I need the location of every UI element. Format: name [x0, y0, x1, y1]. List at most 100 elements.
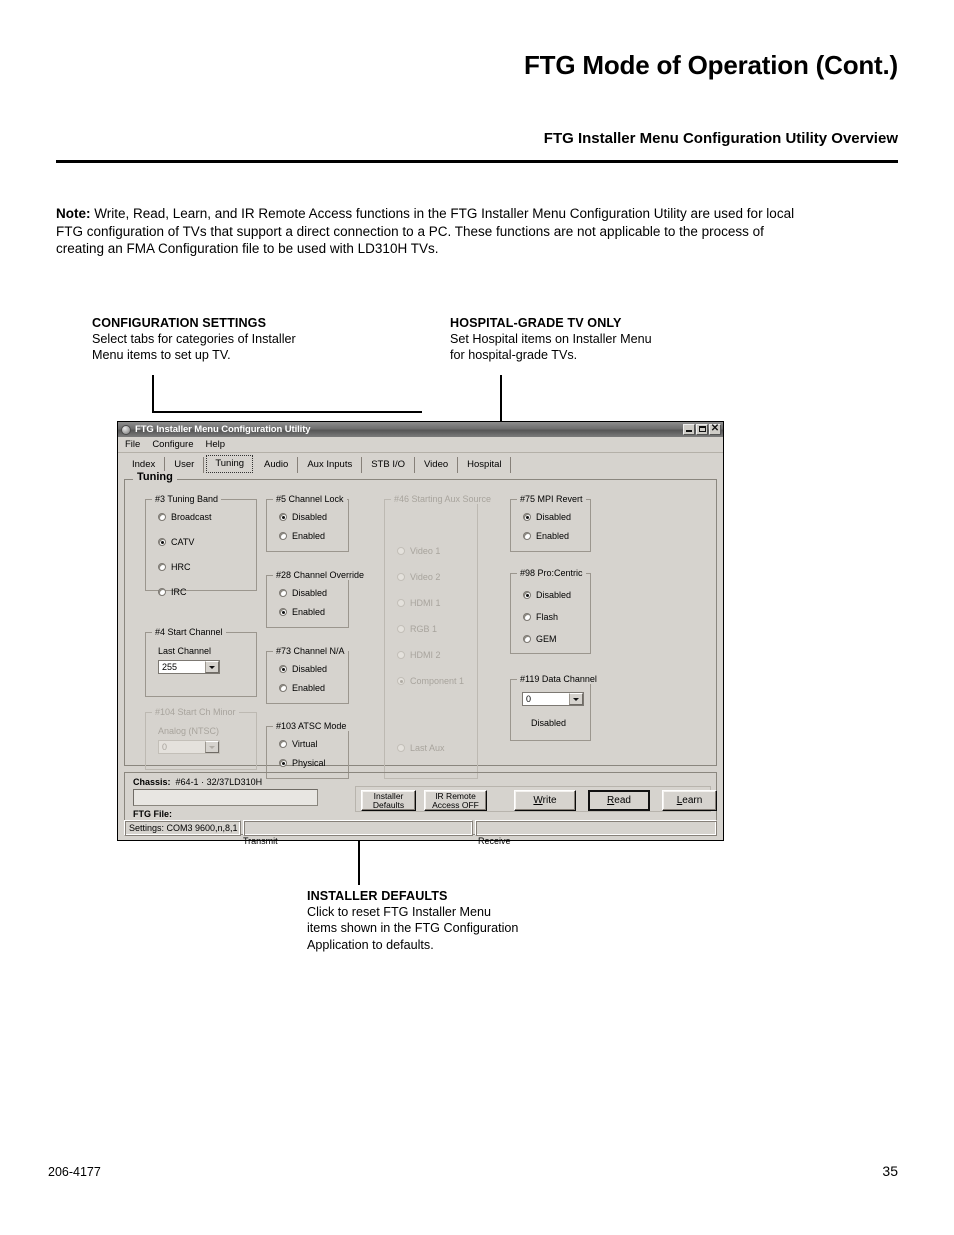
- radio-pro-centric-flash-label: Flash: [536, 612, 559, 622]
- callout-configuration-line1: Select tabs for categories of Installer: [92, 332, 296, 347]
- callout-configuration-leader-vertical: [152, 375, 154, 413]
- group-starting-aux-source: #46 Starting Aux Source Video 1 Video 2 …: [384, 494, 495, 779]
- radio-channel-lock-disabled-label: Disabled: [292, 512, 328, 522]
- start-channel-combobox[interactable]: 255: [158, 660, 220, 674]
- radio-channel-lock-disabled[interactable]: Disabled: [279, 512, 327, 522]
- chevron-down-icon[interactable]: [205, 661, 219, 673]
- radio-aux-video-2: Video 2: [397, 572, 440, 582]
- maximize-button[interactable]: [696, 424, 708, 435]
- group-start-channel-legend: #4 Start Channel: [152, 627, 226, 637]
- callout-installer-defaults-title: INSTALLER DEFAULTS: [307, 889, 448, 903]
- ir-remote-access-line2: Access OFF: [432, 799, 479, 810]
- radio-mpi-revert-disabled[interactable]: Disabled: [523, 512, 571, 522]
- tab-tuning[interactable]: Tuning: [206, 455, 254, 473]
- radio-pro-centric-flash[interactable]: Flash: [523, 612, 558, 622]
- radio-channel-na-enabled[interactable]: Enabled: [279, 683, 325, 693]
- radio-tuning-band-broadcast[interactable]: Broadcast: [158, 512, 212, 522]
- window-titlebar[interactable]: FTG Installer Menu Configuration Utility…: [118, 422, 723, 437]
- data-channel-value: 0: [526, 694, 532, 704]
- status-receive-field: [475, 820, 717, 836]
- tab-stb-io[interactable]: STB I/O: [362, 457, 416, 473]
- write-button[interactable]: Write: [514, 790, 576, 811]
- radio-tuning-band-catv[interactable]: CATV: [158, 537, 194, 547]
- chevron-down-icon[interactable]: [569, 693, 583, 705]
- callout-configuration-settings: CONFIGURATION SETTINGS Select tabs for c…: [92, 315, 422, 364]
- note-body: Write, Read, Learn, and IR Remote Access…: [56, 206, 795, 257]
- close-glyph: ✕: [710, 423, 720, 434]
- learn-button[interactable]: Learn: [662, 790, 717, 811]
- radio-channel-lock-enabled[interactable]: Enabled: [279, 531, 325, 541]
- radio-atsc-mode-virtual-label: Virtual: [292, 739, 318, 749]
- radio-tuning-band-irc[interactable]: IRC: [158, 587, 187, 597]
- group-data-channel-legend: #119 Data Channel: [517, 674, 600, 684]
- radio-aux-video-1: Video 1: [397, 546, 440, 556]
- installer-defaults-line2: Defaults: [372, 799, 405, 810]
- read-button-label: Read: [607, 795, 631, 806]
- callout-hospital-line2: for hospital-grade TVs.: [450, 348, 578, 363]
- group-start-ch-minor-legend: #104 Start Ch Minor: [152, 707, 239, 717]
- start-ch-minor-value: 0: [162, 742, 168, 752]
- radio-mpi-revert-enabled[interactable]: Enabled: [523, 531, 569, 541]
- tuning-panel-legend: Tuning: [133, 471, 177, 483]
- status-bar: Settings: COM3 9600,n,8,1: [124, 820, 717, 836]
- menu-item-configure[interactable]: Configure: [152, 439, 193, 450]
- callout-installer-defaults-line2: items shown in the FTG Configuration: [307, 921, 519, 936]
- chassis-value: #64-1 · 32/37LD310H: [175, 777, 263, 787]
- callout-installer-defaults-line1: Click to reset FTG Installer Menu: [307, 905, 492, 920]
- minimize-button[interactable]: [683, 424, 695, 435]
- note-label: Note:: [56, 206, 91, 221]
- start-ch-minor-field-label: Analog (NTSC): [158, 726, 220, 736]
- radio-aux-component-1: Component 1: [397, 676, 464, 686]
- read-button[interactable]: Read: [588, 790, 650, 811]
- radio-atsc-mode-physical-label: Physical: [292, 758, 326, 768]
- radio-tuning-band-hrc[interactable]: HRC: [158, 562, 191, 572]
- ftg-file-label: FTG File:: [133, 809, 172, 819]
- footer-document-number: 206-4177: [48, 1165, 101, 1179]
- installer-defaults-button[interactable]: Installer Defaults: [361, 790, 416, 811]
- tab-strip: Index User Tuning Audio Aux Inputs STB I…: [118, 453, 723, 473]
- radio-channel-override-disabled[interactable]: Disabled: [279, 588, 327, 598]
- chassis-label-text: Chassis:: [133, 777, 171, 787]
- tab-hospital[interactable]: Hospital: [458, 457, 512, 473]
- chassis-label: Chassis: #64-1 · 32/37LD310H: [133, 777, 262, 787]
- write-button-label: Write: [533, 795, 557, 806]
- tab-aux-inputs[interactable]: Aux Inputs: [298, 457, 363, 473]
- menu-item-file[interactable]: File: [125, 439, 140, 450]
- radio-aux-rgb-1-label: RGB 1: [410, 624, 438, 634]
- window-title: FTG Installer Menu Configuration Utility: [135, 424, 311, 435]
- transmit-caption: Transmit: [243, 836, 278, 846]
- tab-audio[interactable]: Audio: [255, 457, 299, 473]
- chevron-down-icon: [205, 741, 219, 753]
- note-paragraph: Note: Write, Read, Learn, and IR Remote …: [56, 205, 796, 258]
- data-channel-status: Disabled: [531, 718, 567, 728]
- radio-atsc-mode-virtual[interactable]: Virtual: [279, 739, 317, 749]
- radio-channel-override-disabled-label: Disabled: [292, 588, 328, 598]
- ftg-installer-menu-configuration-utility-window: FTG Installer Menu Configuration Utility…: [117, 421, 724, 846]
- radio-aux-hdmi-2: HDMI 2: [397, 650, 441, 660]
- radio-channel-lock-enabled-label: Enabled: [292, 531, 326, 541]
- radio-channel-override-enabled[interactable]: Enabled: [279, 607, 325, 617]
- radio-atsc-mode-physical[interactable]: Physical: [279, 758, 326, 768]
- radio-aux-hdmi-1-label: HDMI 1: [410, 598, 441, 608]
- radio-channel-override-enabled-label: Enabled: [292, 607, 326, 617]
- ir-remote-access-button[interactable]: IR Remote Access OFF: [424, 790, 487, 811]
- page-subtitle: FTG Installer Menu Configuration Utility…: [543, 130, 898, 147]
- group-channel-na: #73 Channel N/A Disabled Enabled: [266, 646, 349, 704]
- group-tuning-band-legend: #3 Tuning Band: [152, 494, 222, 504]
- callout-configuration-title: CONFIGURATION SETTINGS: [92, 316, 267, 330]
- radio-pro-centric-disabled[interactable]: Disabled: [523, 590, 571, 600]
- ftg-file-input[interactable]: [133, 789, 318, 806]
- close-icon[interactable]: ✕: [709, 424, 721, 435]
- radio-pro-centric-gem[interactable]: GEM: [523, 634, 557, 644]
- menu-item-help[interactable]: Help: [206, 439, 226, 450]
- group-channel-lock: #5 Channel Lock Disabled Enabled: [266, 494, 349, 552]
- application-icon: [121, 424, 131, 435]
- group-channel-lock-legend: #5 Channel Lock: [273, 494, 347, 504]
- tab-video[interactable]: Video: [415, 457, 459, 473]
- receive-caption: Receive: [478, 836, 511, 846]
- data-channel-combobox[interactable]: 0: [522, 692, 584, 706]
- radio-channel-na-disabled[interactable]: Disabled: [279, 664, 327, 674]
- radio-aux-last-aux: Last Aux: [397, 743, 445, 753]
- callout-hospital-grade: HOSPITAL-GRADE TV ONLY Set Hospital item…: [450, 315, 750, 364]
- radio-aux-video-2-label: Video 2: [410, 572, 441, 582]
